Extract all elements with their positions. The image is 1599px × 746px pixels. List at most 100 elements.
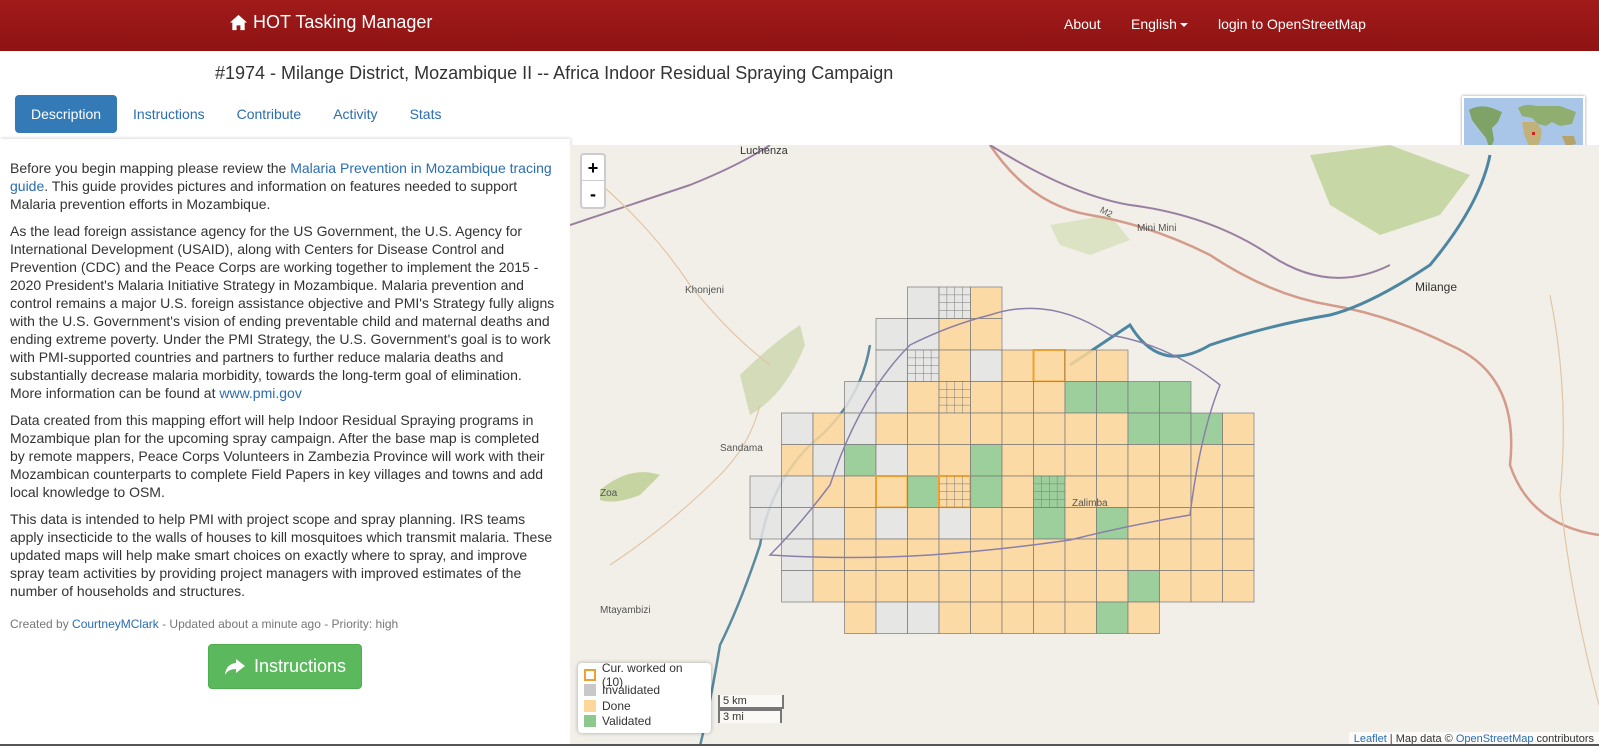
task-cell[interactable] — [1033, 412, 1066, 445]
task-cell[interactable] — [781, 475, 814, 508]
task-cell[interactable] — [1001, 475, 1034, 508]
task-cell[interactable] — [844, 538, 877, 571]
task-cell[interactable] — [1001, 381, 1034, 414]
task-cell[interactable] — [1127, 538, 1160, 571]
pmi-link[interactable]: www.pmi.gov — [219, 385, 301, 401]
task-cell[interactable] — [1222, 570, 1255, 603]
task-cell[interactable] — [907, 570, 940, 603]
about-link[interactable]: About — [1064, 16, 1101, 32]
task-cell[interactable] — [1064, 570, 1097, 603]
task-cell[interactable] — [812, 475, 845, 508]
task-cell[interactable] — [907, 286, 940, 319]
task-cell[interactable] — [938, 318, 971, 351]
task-cell[interactable] — [1033, 507, 1066, 540]
author-link[interactable]: CourtneyMClark — [72, 617, 159, 631]
task-cell[interactable] — [1033, 444, 1066, 477]
task-cell[interactable] — [875, 538, 908, 571]
brand-link[interactable]: HOT Tasking Manager — [229, 12, 432, 33]
task-cell[interactable] — [1032, 349, 1066, 383]
task-cell[interactable] — [812, 538, 845, 571]
tab-stats[interactable]: Stats — [394, 95, 458, 133]
task-cell[interactable] — [844, 507, 877, 540]
task-cell[interactable] — [812, 507, 845, 540]
task-cell[interactable] — [1033, 570, 1066, 603]
task-cell[interactable] — [1190, 507, 1223, 540]
task-cell[interactable] — [1127, 475, 1160, 508]
task-cell[interactable] — [938, 444, 971, 477]
task-cell[interactable] — [1222, 507, 1255, 540]
task-cell[interactable] — [938, 412, 971, 445]
task-cell[interactable] — [875, 444, 908, 477]
task-cell[interactable] — [844, 475, 877, 508]
task-cell[interactable] — [1096, 349, 1129, 382]
task-cell[interactable] — [1064, 601, 1097, 634]
task-cell[interactable] — [875, 601, 908, 634]
task-cell[interactable] — [1001, 444, 1034, 477]
task-cell[interactable] — [1222, 444, 1255, 477]
instructions-button[interactable]: Instructions — [208, 644, 362, 689]
tab-activity[interactable]: Activity — [317, 95, 393, 133]
task-cell[interactable] — [1159, 412, 1192, 445]
task-cell[interactable] — [781, 444, 814, 477]
task-cell[interactable] — [875, 475, 909, 509]
task-cell[interactable] — [1190, 538, 1223, 571]
task-cell[interactable] — [1001, 570, 1034, 603]
zoom-in-button[interactable]: + — [582, 155, 604, 181]
task-cell[interactable] — [1222, 412, 1255, 445]
task-cell[interactable] — [844, 381, 877, 414]
task-cell[interactable] — [970, 570, 1003, 603]
task-cell[interactable] — [970, 475, 1003, 508]
task-cell[interactable] — [907, 475, 940, 508]
login-link[interactable]: login to OpenStreetMap — [1218, 16, 1366, 32]
tab-instructions[interactable]: Instructions — [117, 95, 221, 133]
task-cell[interactable] — [970, 412, 1003, 445]
task-cell[interactable] — [1064, 412, 1097, 445]
task-cell[interactable] — [1127, 601, 1160, 634]
task-cell[interactable] — [844, 570, 877, 603]
task-cell[interactable] — [812, 570, 845, 603]
task-cell[interactable] — [938, 538, 971, 571]
task-cell[interactable] — [1127, 381, 1160, 414]
task-cell[interactable] — [1096, 412, 1129, 445]
task-cell[interactable] — [1064, 381, 1097, 414]
task-cell[interactable] — [1033, 381, 1066, 414]
task-cell[interactable] — [970, 601, 1003, 634]
task-cell[interactable] — [1127, 570, 1160, 603]
task-cell[interactable] — [1001, 507, 1034, 540]
task-cell[interactable] — [970, 507, 1003, 540]
task-grid[interactable] — [749, 286, 1255, 634]
task-cell[interactable] — [1127, 412, 1160, 445]
task-cell[interactable] — [1190, 412, 1223, 445]
task-cell[interactable] — [844, 444, 877, 477]
task-cell[interactable] — [875, 412, 908, 445]
task-cell[interactable] — [1190, 570, 1223, 603]
task-cell[interactable] — [1222, 475, 1255, 508]
task-cell[interactable] — [1159, 475, 1192, 508]
task-cell[interactable] — [1159, 538, 1192, 571]
task-cell[interactable] — [970, 381, 1003, 414]
task-cell[interactable] — [1001, 412, 1034, 445]
task-cell[interactable] — [1159, 381, 1192, 414]
task-cell[interactable] — [970, 538, 1003, 571]
task-cell[interactable] — [1096, 570, 1129, 603]
task-cell[interactable] — [781, 412, 814, 445]
task-cell[interactable] — [1127, 444, 1160, 477]
task-cell[interactable] — [1096, 444, 1129, 477]
tab-description[interactable]: Description — [15, 95, 118, 133]
task-cell[interactable] — [970, 318, 1003, 351]
task-cell[interactable] — [875, 318, 908, 351]
task-map[interactable]: Luchenza Milange Khonjeni Mini Mini Sand… — [570, 145, 1599, 746]
task-cell[interactable] — [938, 601, 971, 634]
task-cell[interactable] — [1064, 349, 1097, 382]
task-cell[interactable] — [1001, 538, 1034, 571]
task-cell[interactable] — [1064, 444, 1097, 477]
task-cell[interactable] — [938, 570, 971, 603]
task-cell[interactable] — [1159, 507, 1192, 540]
task-cell[interactable] — [938, 349, 971, 382]
task-cell[interactable] — [875, 381, 908, 414]
task-cell[interactable] — [907, 381, 940, 414]
task-cell[interactable] — [938, 507, 971, 540]
task-cell[interactable] — [875, 507, 908, 540]
task-cell[interactable] — [1096, 507, 1129, 540]
task-cell[interactable] — [907, 507, 940, 540]
